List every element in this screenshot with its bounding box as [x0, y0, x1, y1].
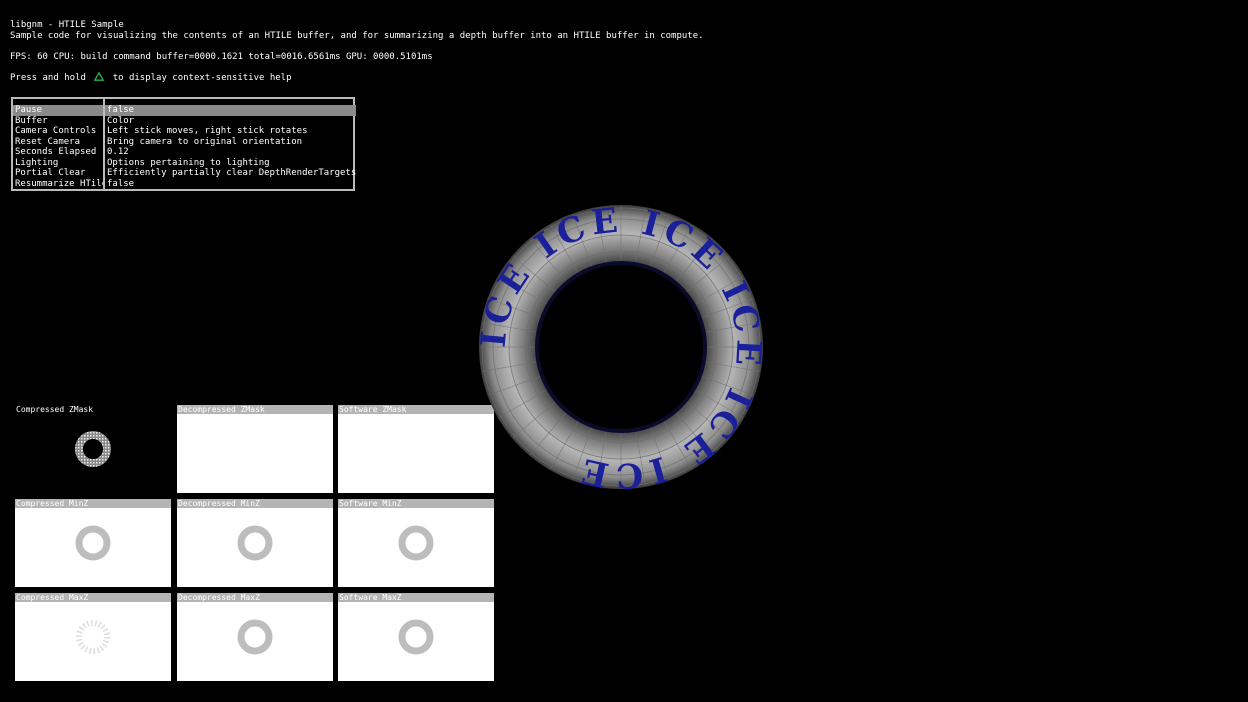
minz-ring-preview: [75, 525, 111, 561]
triangle-button-icon: [93, 71, 105, 84]
hud-stats: FPS: 60 CPU: build command buffer=0000.1…: [10, 52, 433, 62]
panel-decompressed-maxz: Decompressed MaxZ: [177, 593, 333, 681]
panel-decompressed-zmask: Decompressed ZMask: [177, 405, 333, 493]
help-prefix: Press and hold: [10, 73, 86, 83]
ice-torus: ICE ICE ICE ICE ICE ICE: [474, 200, 764, 495]
hud-description: Sample code for visualizing the contents…: [10, 31, 704, 41]
menu-item-reset-camera[interactable]: Reset Camera: [13, 137, 103, 148]
zmask-ring-preview: [75, 431, 111, 467]
maxz-ring-preview: [237, 619, 273, 655]
panel-compressed-maxz: Compressed MaxZ: [15, 593, 171, 681]
menu-values: false Color Left stick moves, right stic…: [105, 99, 357, 190]
panel-title: Software ZMask: [338, 405, 494, 414]
menu-item-partial-clear[interactable]: Portial Clear: [13, 168, 103, 179]
menu-item-camera-controls[interactable]: Camera Controls: [13, 126, 103, 137]
panel-software-minz: Software MinZ: [338, 499, 494, 587]
hud-help: Press and hold to display context-sensit…: [10, 71, 292, 84]
menu-item-resummarize-htile[interactable]: Resummarize HTile: [13, 179, 103, 190]
torus-viewport: ICE ICE ICE ICE ICE ICE: [474, 200, 764, 495]
panel-compressed-minz: Compressed MinZ: [15, 499, 171, 587]
menu-value-partial-clear: Efficiently partially clear DepthRenderT…: [107, 168, 357, 178]
menu-value-reset-camera: Bring camera to original orientation: [107, 136, 303, 147]
menu-item-buffer[interactable]: Buffer: [13, 116, 103, 127]
panel-compressed-zmask: Compressed ZMask: [15, 405, 171, 493]
maxz-ring-preview: [398, 619, 434, 655]
menu-item-seconds-elapsed[interactable]: Seconds Elapsed: [13, 147, 103, 158]
menu-value-resummarize-htile[interactable]: false: [105, 179, 356, 190]
menu-value-seconds-elapsed: 0.12: [107, 147, 129, 157]
panel-title: Decompressed ZMask: [177, 405, 333, 414]
menu-value-buffer[interactable]: Color: [105, 116, 356, 127]
minz-ring-preview: [398, 525, 434, 561]
menu-item-pause[interactable]: Pause: [13, 105, 103, 116]
options-menu: Pause Buffer Camera Controls Reset Camer…: [11, 97, 357, 191]
minz-ring-preview: [237, 525, 273, 561]
menu-value-pause[interactable]: false: [105, 105, 357, 116]
maxz-ring-preview: [76, 620, 110, 654]
panel-decompressed-minz: Decompressed MinZ: [177, 499, 333, 587]
menu-item-lighting[interactable]: Lighting: [13, 158, 103, 169]
help-suffix: to display context-sensitive help: [112, 73, 292, 83]
panel-software-zmask: Software ZMask: [338, 405, 494, 493]
menu-value-camera-controls: Left stick moves, right stick rotates: [107, 126, 308, 136]
menu-value-lighting: Options pertaining to lighting: [107, 157, 270, 168]
panel-software-maxz: Software MaxZ: [338, 593, 494, 681]
menu-labels: Pause Buffer Camera Controls Reset Camer…: [13, 99, 105, 189]
hud-title: libgnm - HTILE Sample: [10, 20, 124, 30]
